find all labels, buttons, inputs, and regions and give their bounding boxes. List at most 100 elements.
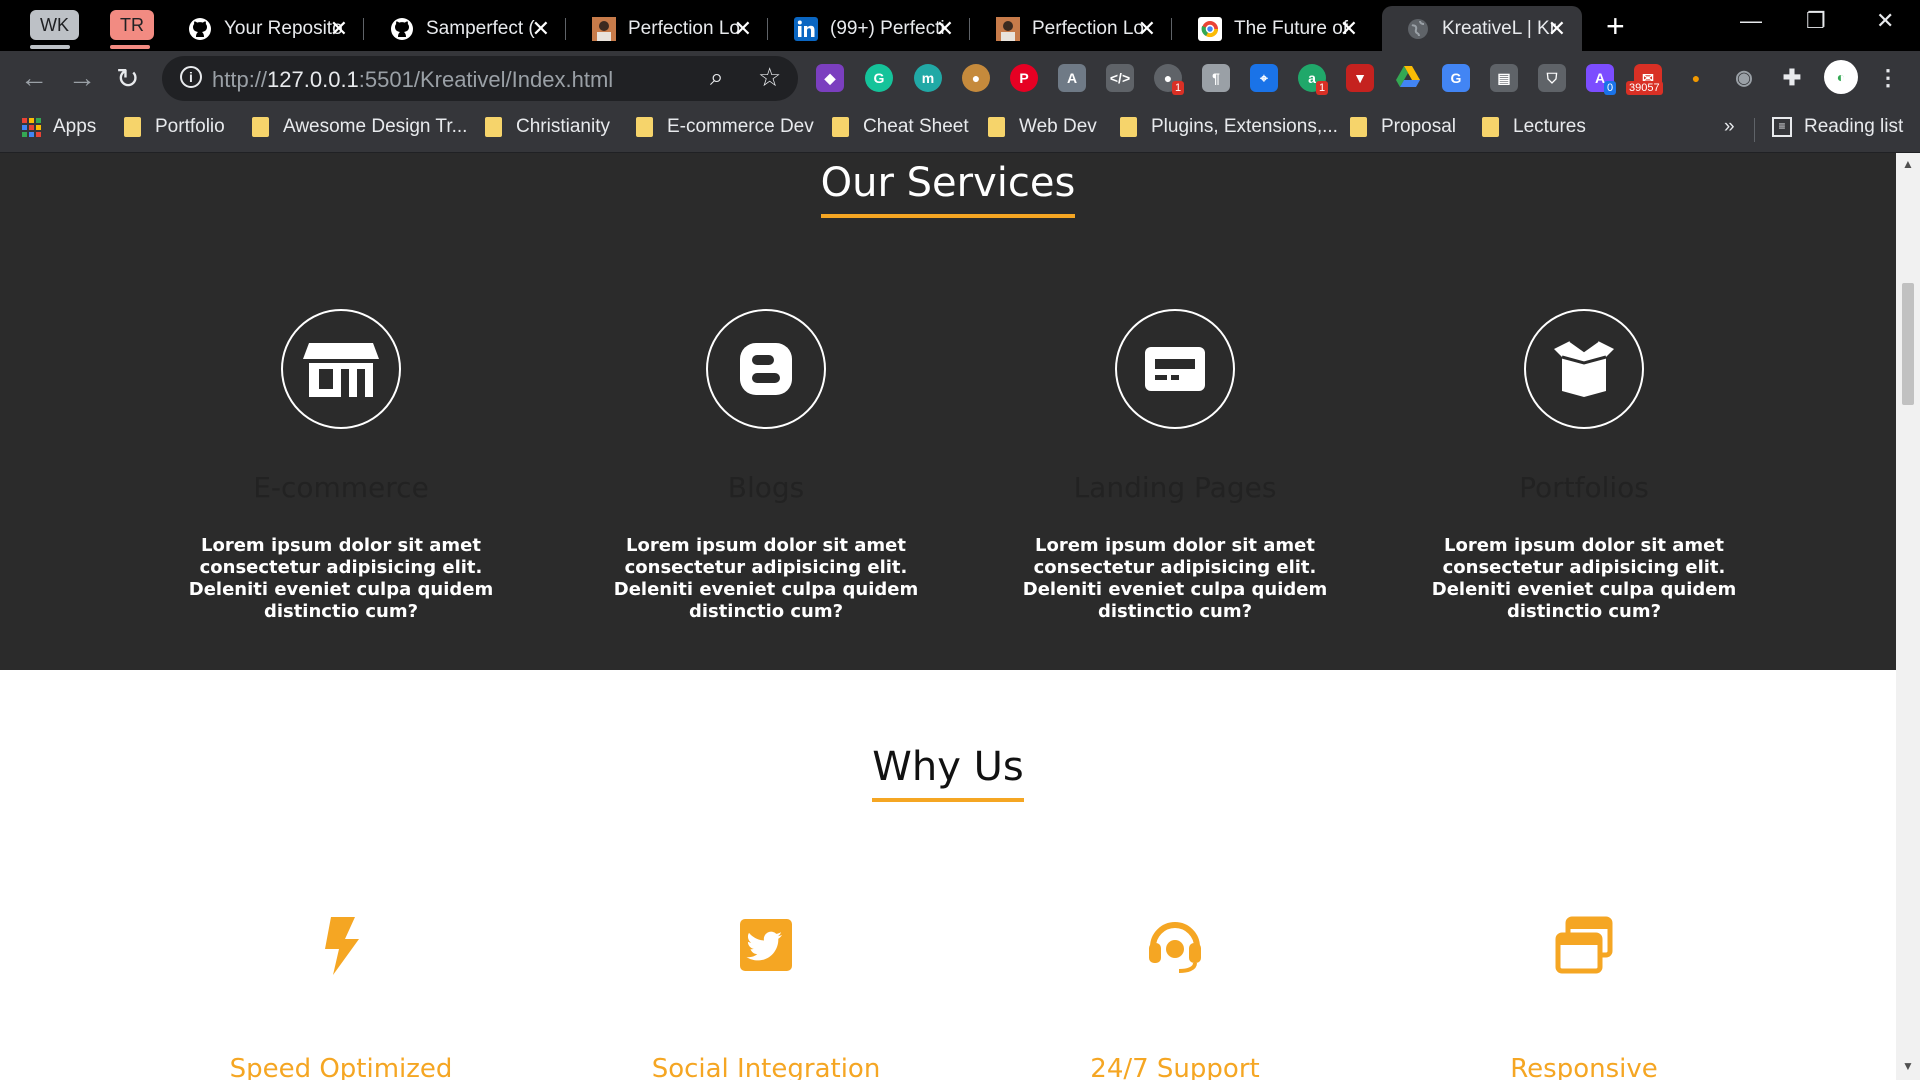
close-icon[interactable]: ✕ [532, 16, 550, 42]
close-icon[interactable]: ✕ [734, 16, 752, 42]
twitter-icon [740, 919, 792, 971]
pocket-icon[interactable]: ▼ [1346, 64, 1374, 92]
minimize-icon[interactable]: — [1740, 8, 1762, 34]
extension-puzzle-icon[interactable]: ¶ [1202, 64, 1230, 92]
scroll-up-arrow-icon[interactable]: ▲ [1902, 157, 1914, 171]
bookmark-folder-cheat-sheet[interactable]: Cheat Sheet [832, 116, 969, 138]
restore-icon[interactable]: ❐ [1806, 8, 1826, 34]
service-title: E-commerce [253, 471, 429, 504]
url-text[interactable]: http://127.0.0.1:5501/Kreativel/Index.ht… [212, 67, 613, 93]
new-tab-button[interactable]: + [1606, 8, 1625, 45]
bookmark-label: Apps [53, 116, 97, 137]
tab-separator [969, 18, 970, 40]
close-icon[interactable]: ✕ [330, 16, 348, 42]
bookmark-label: Christianity [516, 116, 610, 137]
tab-6[interactable]: The Future of ✕ [1174, 6, 1374, 51]
why-us-title: Why Us [0, 744, 1896, 802]
tab-2[interactable]: Samperfect ( ✕ [366, 6, 566, 51]
bookmarks-overflow-button[interactable]: » [1724, 116, 1735, 138]
service-icon-circle [1524, 309, 1644, 429]
bookmark-label: Plugins, Extensions,... [1151, 116, 1338, 137]
reading-list-icon: ≡ [1772, 117, 1792, 137]
tab-5[interactable]: Perfection Lo ✕ [972, 6, 1172, 51]
extension-m-icon[interactable]: m [914, 64, 942, 92]
close-icon[interactable]: ✕ [1340, 16, 1358, 42]
google-translate-icon[interactable]: G [1442, 64, 1470, 92]
folder-icon [832, 117, 849, 137]
bookmark-star-icon[interactable]: ☆ [758, 62, 781, 93]
close-icon[interactable]: ✕ [1548, 16, 1566, 42]
extension-window-icon[interactable]: ▤ [1490, 64, 1518, 92]
camera-icon[interactable]: ◉ [1730, 64, 1758, 92]
forward-arrow-icon[interactable]: → [68, 62, 96, 94]
bookmarks-bar: Apps Portfolio Awesome Design Tr... Chri… [0, 106, 1920, 153]
close-icon[interactable]: ✕ [1138, 16, 1156, 42]
bookmark-label: E-commerce Dev [667, 116, 814, 137]
extension-bottle-icon[interactable]: ● [1682, 64, 1710, 92]
globe-icon [1406, 17, 1430, 41]
why-item-title: Speed Optimized [229, 1054, 453, 1080]
window-close-icon[interactable]: ✕ [1876, 8, 1894, 34]
bookmark-folder-awesome-design[interactable]: Awesome Design Tr... [252, 116, 467, 138]
services-section: Our Services E-commerce Lorem ipsum dolo… [0, 153, 1896, 670]
url-host: 127.0.0.1 [267, 67, 359, 92]
google-drive-icon[interactable] [1394, 64, 1422, 92]
bookmark-folder-proposal[interactable]: Proposal [1350, 116, 1456, 138]
tab-group-tr[interactable]: TR [110, 10, 154, 40]
service-title: Blogs [727, 471, 805, 504]
bookmark-folder-ecommerce-dev[interactable]: E-commerce Dev [636, 116, 814, 138]
reading-list-button[interactable]: ≡ Reading list [1772, 116, 1903, 138]
tab-title: Samperfect ( [426, 17, 535, 39]
bookmark-folder-portfolio[interactable]: Portfolio [124, 116, 225, 138]
site-info-icon[interactable]: i [180, 66, 202, 88]
service-title: Portfolios [1519, 471, 1649, 504]
bookmark-folder-christianity[interactable]: Christianity [485, 116, 610, 138]
bookmark-apps[interactable]: Apps [22, 116, 96, 138]
zoom-icon[interactable]: ⌕ [710, 64, 723, 92]
github-icon [390, 17, 414, 41]
bookmark-label: Proposal [1381, 116, 1456, 137]
tab-7-active[interactable]: KreativeL | Kr ✕ [1382, 6, 1582, 51]
location-pin-icon[interactable]: ⌖ [1250, 64, 1278, 92]
extension-text-icon[interactable]: A [1058, 64, 1086, 92]
bookmark-label: Lectures [1513, 116, 1586, 137]
tab-3[interactable]: Perfection Lo ✕ [568, 6, 768, 51]
page-scrollbar[interactable]: ▲ ▼ [1896, 153, 1920, 1080]
bookmark-folder-plugins[interactable]: Plugins, Extensions,... [1120, 116, 1338, 138]
menu-kebab-icon[interactable]: ⋮ [1874, 64, 1902, 92]
folder-icon [1120, 117, 1137, 137]
site-avatar-icon [996, 16, 1020, 41]
extension-badge: 1 [1316, 81, 1329, 95]
grammarly-icon[interactable]: G [865, 64, 893, 92]
store-icon [303, 343, 379, 397]
extension-colorful-icon[interactable]: ◆ [816, 64, 844, 92]
tab-group-label: TR [120, 15, 144, 35]
back-arrow-icon[interactable]: ← [20, 62, 48, 94]
services-title-text: Our Services [820, 160, 1076, 218]
pinterest-icon[interactable]: P [1010, 64, 1038, 92]
address-bar[interactable]: i http://127.0.0.1:5501/Kreativel/Index.… [162, 56, 798, 101]
open-box-icon [1554, 340, 1614, 397]
service-description: Lorem ipsum dolor sit amet consectetur a… [1431, 535, 1737, 622]
folder-icon [988, 117, 1005, 137]
tab-4[interactable]: (99+) Perfecti ✕ [770, 6, 970, 51]
folder-icon [252, 117, 269, 137]
scroll-down-arrow-icon[interactable]: ▼ [1902, 1059, 1914, 1073]
bookmark-folder-web-dev[interactable]: Web Dev [988, 116, 1097, 138]
tab-1[interactable]: Your Reposito ✕ [164, 6, 364, 51]
close-icon[interactable]: ✕ [936, 16, 954, 42]
scrollbar-thumb[interactable] [1902, 283, 1914, 405]
shield-icon[interactable]: ⛉ [1538, 64, 1566, 92]
headset-icon [1149, 922, 1201, 973]
bookmark-folder-lectures[interactable]: Lectures [1482, 116, 1586, 138]
code-icon[interactable]: </> [1106, 64, 1134, 92]
profile-avatar[interactable]: ◐ [1824, 60, 1858, 94]
service-icon-circle [706, 309, 826, 429]
reload-icon[interactable]: ↻ [116, 62, 139, 95]
bookmark-label: Cheat Sheet [863, 116, 969, 137]
url-suffix: :5501/Kreativel/Index.html [358, 67, 614, 92]
extension-badge: 0 [1604, 81, 1617, 95]
extensions-puzzle-icon[interactable]: ✚ [1778, 64, 1806, 92]
tab-group-wk[interactable]: WK [30, 10, 79, 40]
cookie-icon[interactable]: ● [962, 64, 990, 92]
